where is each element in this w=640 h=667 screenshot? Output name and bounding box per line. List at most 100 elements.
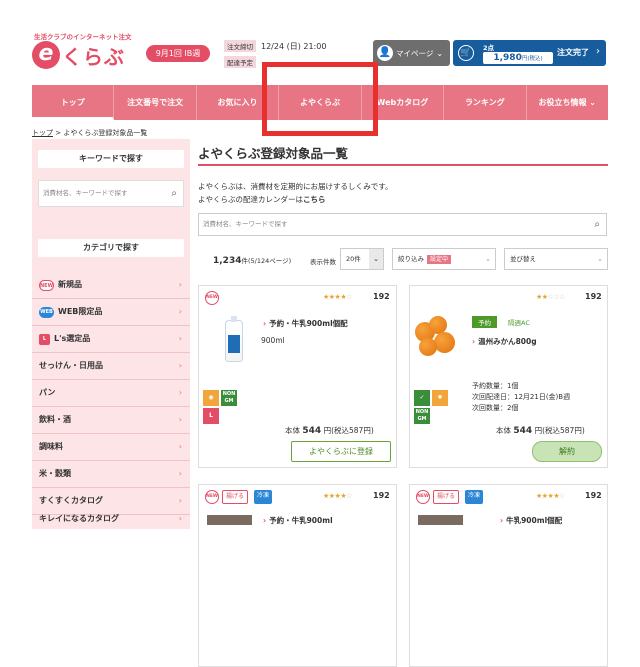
rating-stars: ★★★★☆ xyxy=(323,492,352,500)
page-title: よやくらぶ登録対象品一覧 xyxy=(198,146,349,161)
product-name[interactable]: › 温州みかん800g xyxy=(472,336,537,347)
display-count-select[interactable]: 20件 ⌄ xyxy=(340,248,384,270)
non-gm-icon: NON GM xyxy=(221,390,237,406)
chevron-right-icon: › xyxy=(263,516,267,525)
rating-stars-filled: ★★ xyxy=(536,293,548,301)
sidebar-item-rice[interactable]: 米・穀類 › xyxy=(32,461,190,488)
breadcrumb-sep: > xyxy=(53,129,64,137)
sidebar: キーワードで探す 消費材名、キーワードで探す ⌕ カテゴリで探す NEW 新規品 ›… xyxy=(32,139,190,529)
sidebar-item-label: せっけん・日用品 xyxy=(39,361,103,370)
main-search-placeholder: 消費材名、キーワードで探す xyxy=(203,220,288,228)
product-image-part xyxy=(434,332,455,353)
product-image-part xyxy=(419,338,437,356)
review-count: 192 xyxy=(585,491,602,500)
price-tax: 円(税込587円) xyxy=(534,426,585,435)
sidebar-search-placeholder: 消費材名、キーワードで探す xyxy=(43,189,128,197)
sidebar-item-new[interactable]: NEW 新規品 › xyxy=(32,272,190,299)
rating-stars-filled: ★★★★ xyxy=(536,492,560,500)
rating-stars: ★★☆☆☆ xyxy=(536,293,565,301)
product-name[interactable]: › 予約・牛乳900ml個配 xyxy=(263,318,348,329)
search-icon[interactable]: ⌕ xyxy=(594,214,600,235)
mypage-button[interactable]: 👤 マイページ ⌄ xyxy=(373,40,450,66)
cart-icon: 🛒 xyxy=(458,45,474,61)
product-name[interactable]: › 予約・牛乳900ml xyxy=(263,515,333,526)
description-line-2: よやくらぶの配達カレンダーはこちら xyxy=(198,194,326,205)
sidebar-item-web-only[interactable]: WEB WEB限定品 › xyxy=(32,299,190,326)
review-count: 192 xyxy=(373,292,390,301)
cart-tax-note: 円(税込) xyxy=(521,56,543,62)
filter-select[interactable]: 絞り込み 設定中 ⌄ xyxy=(392,248,496,270)
reservation-quantity: 予約数量：1個 xyxy=(472,382,519,390)
highlight-box xyxy=(262,62,378,136)
product-image[interactable] xyxy=(207,515,252,525)
nav-item-ranking[interactable]: ランキング xyxy=(444,85,527,120)
deadline-row: 注文締切 12/24 (日) 21:00 xyxy=(224,40,326,52)
ls-icon: L xyxy=(39,333,50,345)
chevron-right-icon: › xyxy=(178,307,182,316)
site-logo[interactable]: e くらぶ xyxy=(32,40,125,70)
product-price: 本体 544 円(税込587円) xyxy=(496,425,585,436)
cancel-subscription-button[interactable]: 解約 xyxy=(532,441,602,462)
price-tax: 円(税込587円) xyxy=(323,426,374,435)
chevron-right-icon: › xyxy=(178,415,182,424)
price-value: 544 xyxy=(302,426,322,436)
sidebar-item-label: パン xyxy=(39,388,56,397)
rating-stars-empty: ☆ xyxy=(346,293,352,301)
chevron-right-icon: › xyxy=(472,337,476,346)
rating-stars-filled: ★★★★ xyxy=(323,293,347,301)
sidebar-item-bread[interactable]: パン › xyxy=(32,380,190,407)
sidebar-item-kirei[interactable]: キレイになるカタログ › xyxy=(32,505,190,532)
nav-item-top[interactable]: トップ xyxy=(32,85,115,120)
product-image[interactable] xyxy=(225,316,243,362)
product-name-text: 牛乳900ml個配 xyxy=(506,516,563,525)
product-image[interactable] xyxy=(418,515,463,525)
chevron-down-icon: ⌄ xyxy=(436,48,444,58)
cart-button[interactable]: 🛒 2点 1,980円(税込) 注文完了 › xyxy=(453,40,606,66)
product-card[interactable]: NEW ★★★★☆ 192 › 予約・牛乳900ml個配 900ml ◉ NON G… xyxy=(198,285,397,468)
price-value: 544 xyxy=(513,426,533,436)
product-card[interactable]: ★★☆☆☆ 192 予約 隔週AC › 温州みかん800g ✓ ✹ NON GM 予… xyxy=(409,285,608,468)
mypage-label: マイページ xyxy=(396,48,434,58)
result-count: 1,234件(5/124ページ) xyxy=(213,255,291,266)
title-underline xyxy=(198,164,608,166)
cart-amount: 1,980 xyxy=(493,53,522,63)
breadcrumb-home[interactable]: トップ xyxy=(32,129,53,137)
frozen-tag: 冷凍 xyxy=(254,490,273,504)
product-name-text: 予約・牛乳900ml xyxy=(269,516,333,525)
chevron-right-icon: › xyxy=(178,469,182,478)
user-icon: 👤 xyxy=(377,45,393,61)
rating-stars: ★★★★☆ xyxy=(536,492,565,500)
filter-label: 絞り込み xyxy=(398,255,424,263)
nav-item-order-number[interactable]: 注文番号で注文 xyxy=(114,85,197,120)
breadcrumb-current: よやくらぶ登録対象品一覧 xyxy=(63,129,148,137)
product-card[interactable]: NEW 揚げる 冷凍 ★★★★☆ 192 › 牛乳900ml個配 xyxy=(409,484,608,667)
sort-label: 並び替え xyxy=(510,255,536,263)
rating-stars-empty: ☆ xyxy=(346,492,352,500)
sort-select[interactable]: 並び替え ⌄ xyxy=(504,248,608,270)
product-card[interactable]: NEW 揚げる 冷凍 ★★★★☆ 192 › 予約・牛乳900ml xyxy=(198,484,397,667)
reservation-tag: 予約 xyxy=(472,316,497,328)
main-search-input[interactable]: 消費材名、キーワードで探す ⌕ xyxy=(198,213,607,236)
non-gm-icon: NON GM xyxy=(414,408,430,424)
order-complete-label: 注文完了 xyxy=(557,48,589,57)
register-yoyakurabu-button[interactable]: よやくらぶに登録 xyxy=(291,441,391,462)
cart-amount-box: 1,980円(税込) xyxy=(483,52,553,64)
product-name[interactable]: › 牛乳900ml個配 xyxy=(500,515,562,526)
cooking-icon: ◉ xyxy=(203,390,219,406)
next-quantity: 次回数量：2個 xyxy=(472,404,519,412)
sidebar-search-input[interactable]: 消費材名、キーワードで探す ⌕ xyxy=(38,180,184,207)
sidebar-item-drinks[interactable]: 飲料・酒 › xyxy=(32,407,190,434)
review-count: 192 xyxy=(373,491,390,500)
search-icon[interactable]: ⌕ xyxy=(171,181,177,206)
nav-item-useful-info[interactable]: お役立ち情報 ⌄ xyxy=(527,85,608,120)
sidebar-item-seasoning[interactable]: 調味料 › xyxy=(32,434,190,461)
sidebar-item-ls[interactable]: L L's選定品 › xyxy=(32,326,190,353)
sidebar-item-label: 新規品 xyxy=(58,280,82,289)
new-icon: NEW xyxy=(39,279,54,291)
chevron-right-icon: › xyxy=(178,513,182,523)
sidebar-item-soap[interactable]: せっけん・日用品 › xyxy=(32,353,190,380)
calendar-link[interactable]: こちら xyxy=(303,195,326,204)
new-badge: NEW xyxy=(416,490,430,504)
chevron-right-icon: › xyxy=(596,46,600,57)
chevron-down-icon: ⌄ xyxy=(481,249,495,269)
